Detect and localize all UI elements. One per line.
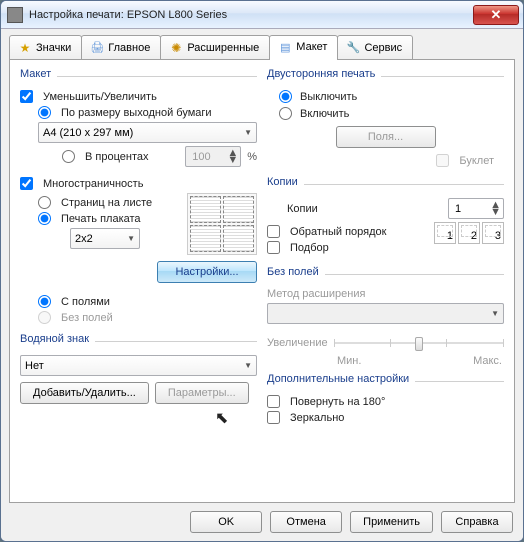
title-bar: Настройка печати: EPSON L800 Series ✕ <box>1 1 523 29</box>
select-watermark[interactable]: Нет▼ <box>20 355 257 376</box>
btn-layout-settings[interactable]: Настройки... <box>157 261 257 283</box>
rb-duplex-on[interactable] <box>279 107 292 120</box>
cb-rotate-180[interactable] <box>267 395 280 408</box>
cb-booklet <box>436 154 449 167</box>
apply-button[interactable]: Применить <box>350 511 433 533</box>
cb-reverse-order-label: Обратный порядок <box>290 226 386 238</box>
lbl-min: Мин. <box>337 355 361 367</box>
rb-with-borders[interactable] <box>38 295 51 308</box>
cb-reverse-order[interactable] <box>267 225 280 238</box>
percent-sign: % <box>247 151 257 163</box>
chevron-down-icon: ▼ <box>244 361 252 370</box>
group-duplex-title: Двусторонняя печать <box>267 68 375 80</box>
wrench-icon: 🔧 <box>346 41 360 55</box>
rb-duplex-off-label: Выключить <box>300 91 357 103</box>
cb-booklet-label: Буклет <box>459 155 494 167</box>
group-borderless-title: Без полей <box>267 266 319 278</box>
spin-percent: 100▲▼ <box>185 146 241 167</box>
chevron-down-icon: ▼ <box>244 128 252 137</box>
spin-buttons[interactable]: ▲▼ <box>490 202 501 216</box>
cb-multipage-label: Многостраничность <box>43 178 143 190</box>
group-extra-title: Дополнительные настройки <box>267 373 409 385</box>
rb-fit-page-label: По размеру выходной бумаги <box>61 107 212 119</box>
rb-borderless-label: Без полей <box>61 312 113 324</box>
group-copies-title: Копии <box>267 176 298 188</box>
cb-reduce-enlarge-label: Уменьшить/Увеличить <box>43 91 157 103</box>
spin-buttons: ▲▼ <box>227 150 238 164</box>
help-button[interactable]: Справка <box>441 511 513 533</box>
collate-preview: 1 2 3 <box>434 222 504 244</box>
tab-panel: Макет Уменьшить/Увеличить По размеру вых… <box>9 59 515 503</box>
lbl-enlargement: Увеличение <box>267 337 328 349</box>
lbl-expansion-method: Метод расширения <box>267 288 365 300</box>
btn-add-remove-watermark[interactable]: Добавить/Удалить... <box>20 382 149 404</box>
cb-rotate-180-label: Повернуть на 180° <box>290 396 385 408</box>
select-poster-size[interactable]: 2x2▼ <box>70 228 140 249</box>
dialog-buttons: OK Отмена Применить Справка <box>9 503 515 533</box>
tab-service[interactable]: 🔧Сервис <box>337 35 413 60</box>
chevron-down-icon: ▼ <box>127 234 135 243</box>
tab-advanced[interactable]: ✺Расширенные <box>160 35 270 60</box>
rb-percent-label: В процентах <box>85 151 149 163</box>
rb-fit-page[interactable] <box>38 106 51 119</box>
select-paper-size[interactable]: A4 (210 x 297 мм)▼ <box>38 122 257 143</box>
tab-strip: ★Значки 🖨Главное ✺Расширенные ▤Макет 🔧Се… <box>9 35 515 60</box>
rb-poster[interactable] <box>38 212 51 225</box>
cancel-button[interactable]: Отмена <box>270 511 342 533</box>
tab-layout[interactable]: ▤Макет <box>269 35 338 60</box>
ok-button[interactable]: OK <box>190 511 262 533</box>
printer-icon: 🖨 <box>90 41 104 55</box>
spin-copies[interactable]: 1▲▼ <box>448 198 504 219</box>
lbl-copies: Копии <box>287 203 318 215</box>
rb-borderless <box>38 311 51 324</box>
group-watermark-title: Водяной знак <box>20 333 89 345</box>
tab-icons[interactable]: ★Значки <box>9 35 82 60</box>
rb-duplex-off[interactable] <box>279 90 292 103</box>
btn-watermark-params: Параметры... <box>155 382 249 404</box>
rb-with-borders-label: С полями <box>61 296 110 308</box>
tab-main[interactable]: 🖨Главное <box>81 35 161 60</box>
rb-poster-label: Печать плаката <box>61 213 141 225</box>
cb-mirror[interactable] <box>267 411 280 424</box>
cb-mirror-label: Зеркально <box>290 412 344 424</box>
star-icon: ★ <box>18 41 32 55</box>
cb-collate-label: Подбор <box>290 242 329 254</box>
rb-percent[interactable] <box>62 150 75 163</box>
slider-thumb <box>415 337 423 351</box>
lbl-max: Макс. <box>473 355 502 367</box>
page-3-icon: 3 <box>482 222 504 244</box>
page-2-icon: 2 <box>458 222 480 244</box>
select-expansion-method: ▼ <box>267 303 504 324</box>
cb-reduce-enlarge[interactable] <box>20 90 33 103</box>
rb-pages-per-sheet[interactable] <box>38 196 51 209</box>
window-title: Настройка печати: EPSON L800 Series <box>29 9 473 21</box>
poster-preview <box>187 193 257 255</box>
rb-pages-per-sheet-label: Страниц на листе <box>61 197 152 209</box>
group-layout-title: Макет <box>20 68 51 80</box>
cb-collate[interactable] <box>267 241 280 254</box>
page-1-icon: 1 <box>434 222 456 244</box>
printer-icon <box>7 7 23 23</box>
rb-duplex-on-label: Включить <box>300 108 349 120</box>
page-icon: ▤ <box>278 40 292 54</box>
btn-margins: Поля... <box>336 126 436 148</box>
cb-multipage[interactable] <box>20 177 33 190</box>
slider-enlargement <box>334 334 504 352</box>
close-button[interactable]: ✕ <box>473 5 519 25</box>
chevron-down-icon: ▼ <box>491 309 499 318</box>
gear-icon: ✺ <box>169 41 183 55</box>
